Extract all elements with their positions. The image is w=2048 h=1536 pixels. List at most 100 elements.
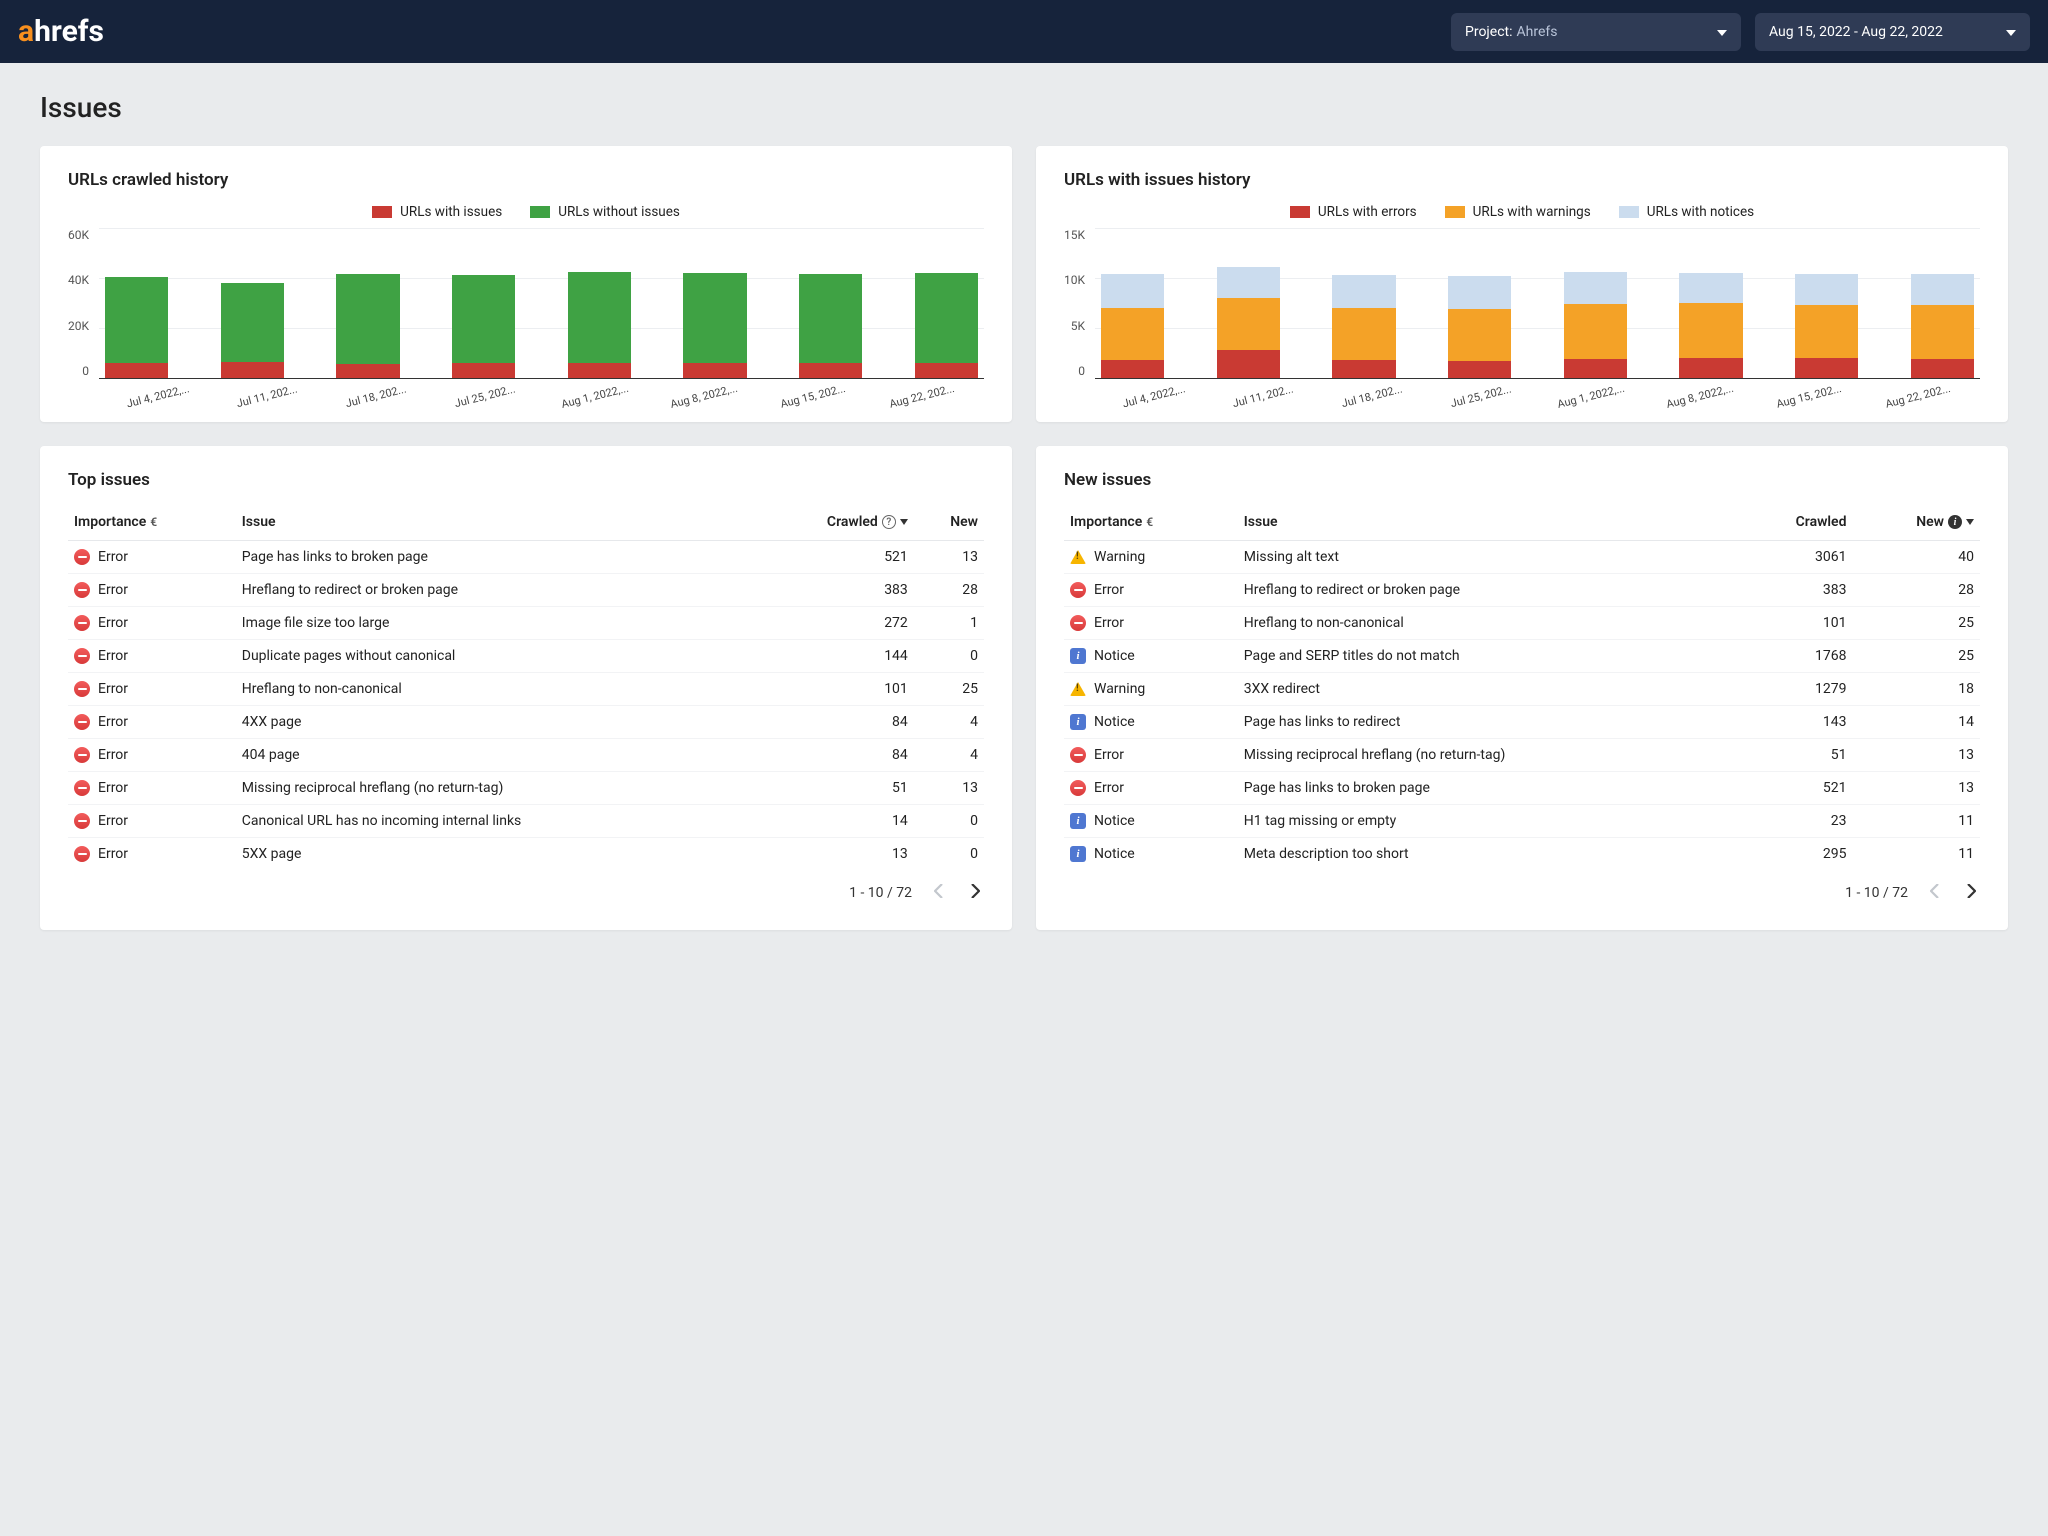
table-row[interactable]: NoticePage has links to redirect14314 xyxy=(1064,706,1980,739)
new-cell: 1 xyxy=(914,607,984,640)
new-cell: 28 xyxy=(1852,574,1980,607)
crawled-cell: 383 xyxy=(750,574,914,607)
bar[interactable] xyxy=(452,228,515,378)
table-row[interactable]: WarningMissing alt text306140 xyxy=(1064,541,1980,574)
sort-desc-icon xyxy=(900,519,908,525)
bar[interactable] xyxy=(1795,228,1858,378)
new-cell: 0 xyxy=(914,640,984,673)
notice-icon xyxy=(1070,813,1086,829)
issue-cell: Hreflang to non-canonical xyxy=(1238,607,1738,640)
euro-icon: € xyxy=(1146,515,1153,529)
severity-label: Error xyxy=(98,549,128,565)
table-row[interactable]: NoticeMeta description too short29511 xyxy=(1064,838,1980,871)
info-icon[interactable]: i xyxy=(1948,515,1962,529)
error-icon xyxy=(1070,780,1086,796)
crawled-cell: 84 xyxy=(750,739,914,772)
col-importance[interactable]: Importance€ xyxy=(1064,504,1238,541)
bar[interactable] xyxy=(336,228,399,378)
table-row[interactable]: Error5XX page130 xyxy=(68,838,984,871)
severity-label: Error xyxy=(98,681,128,697)
bar[interactable] xyxy=(1332,228,1395,378)
bar[interactable] xyxy=(799,228,862,378)
col-new[interactable]: Newi xyxy=(1852,504,1980,541)
issue-cell: Page and SERP titles do not match xyxy=(1238,640,1738,673)
bar[interactable] xyxy=(1217,228,1280,378)
severity-label: Error xyxy=(1094,582,1124,598)
table-row[interactable]: NoticePage and SERP titles do not match1… xyxy=(1064,640,1980,673)
table-row[interactable]: ErrorHreflang to redirect or broken page… xyxy=(68,574,984,607)
card-title: New issues xyxy=(1064,470,1980,490)
pager-range: 1 - 10 / 72 xyxy=(849,885,912,901)
page-title: Issues xyxy=(40,91,2008,124)
table-row[interactable]: ErrorMissing reciprocal hreflang (no ret… xyxy=(1064,739,1980,772)
table-row[interactable]: ErrorMissing reciprocal hreflang (no ret… xyxy=(68,772,984,805)
table-row[interactable]: ErrorImage file size too large2721 xyxy=(68,607,984,640)
col-issue[interactable]: Issue xyxy=(236,504,750,541)
table-row[interactable]: Error404 page844 xyxy=(68,739,984,772)
error-icon xyxy=(74,615,90,631)
error-icon xyxy=(74,681,90,697)
error-icon xyxy=(74,813,90,829)
crawled-cell: 521 xyxy=(750,541,914,574)
legend-label: URLs with errors xyxy=(1318,204,1417,220)
bar[interactable] xyxy=(683,228,746,378)
help-icon[interactable]: ? xyxy=(882,515,896,529)
legend-swatch xyxy=(1445,206,1465,218)
issue-cell: Duplicate pages without canonical xyxy=(236,640,750,673)
col-issue[interactable]: Issue xyxy=(1238,504,1738,541)
warning-icon xyxy=(1070,550,1086,564)
next-page-button[interactable] xyxy=(1962,880,1980,906)
issue-cell: Page has links to broken page xyxy=(236,541,750,574)
prev-page-button[interactable] xyxy=(1926,880,1944,906)
issue-cell: Hreflang to redirect or broken page xyxy=(236,574,750,607)
bar[interactable] xyxy=(1101,228,1164,378)
table-row[interactable]: Warning3XX redirect127918 xyxy=(1064,673,1980,706)
error-icon xyxy=(1070,615,1086,631)
project-selector[interactable]: Project: Ahrefs xyxy=(1451,13,1741,51)
bar[interactable] xyxy=(1911,228,1974,378)
legend-item[interactable]: URLs without issues xyxy=(530,204,680,220)
severity-label: Error xyxy=(98,780,128,796)
legend-item[interactable]: URLs with notices xyxy=(1619,204,1754,220)
issue-cell: 4XX page xyxy=(236,706,750,739)
table-row[interactable]: NoticeH1 tag missing or empty2311 xyxy=(1064,805,1980,838)
table-row[interactable]: ErrorHreflang to non-canonical10125 xyxy=(1064,607,1980,640)
crawled-cell: 101 xyxy=(1738,607,1853,640)
bar[interactable] xyxy=(1564,228,1627,378)
severity-label: Notice xyxy=(1094,714,1135,730)
notice-icon xyxy=(1070,714,1086,730)
col-importance[interactable]: Importance€ xyxy=(68,504,236,541)
bar[interactable] xyxy=(915,228,978,378)
next-page-button[interactable] xyxy=(966,880,984,906)
bar[interactable] xyxy=(221,228,284,378)
col-crawled[interactable]: Crawled xyxy=(1738,504,1853,541)
crawled-cell: 51 xyxy=(1738,739,1853,772)
col-crawled[interactable]: Crawled? xyxy=(750,504,914,541)
crawled-cell: 84 xyxy=(750,706,914,739)
bar[interactable] xyxy=(1679,228,1742,378)
table-row[interactable]: ErrorDuplicate pages without canonical14… xyxy=(68,640,984,673)
prev-page-button[interactable] xyxy=(930,880,948,906)
card-title: Top issues xyxy=(68,470,984,490)
y-axis: 60K40K20K0 xyxy=(68,228,99,378)
bar[interactable] xyxy=(105,228,168,378)
table-row[interactable]: ErrorHreflang to non-canonical10125 xyxy=(68,673,984,706)
col-new[interactable]: New xyxy=(914,504,984,541)
new-cell: 25 xyxy=(914,673,984,706)
table-row[interactable]: ErrorCanonical URL has no incoming inter… xyxy=(68,805,984,838)
legend-item[interactable]: URLs with errors xyxy=(1290,204,1417,220)
chart-plot: Jul 4, 2022,...Jul 11, 202...Jul 18, 202… xyxy=(99,228,984,398)
table-row[interactable]: ErrorHreflang to redirect or broken page… xyxy=(1064,574,1980,607)
legend-item[interactable]: URLs with warnings xyxy=(1445,204,1591,220)
bar[interactable] xyxy=(1448,228,1511,378)
project-value: Ahrefs xyxy=(1517,24,1558,40)
error-icon xyxy=(74,747,90,763)
bar[interactable] xyxy=(568,228,631,378)
legend-item[interactable]: URLs with issues xyxy=(372,204,502,220)
chevron-down-icon xyxy=(1966,24,2016,40)
logo[interactable]: ahrefs xyxy=(18,14,104,49)
table-row[interactable]: ErrorPage has links to broken page52113 xyxy=(68,541,984,574)
table-row[interactable]: ErrorPage has links to broken page52113 xyxy=(1064,772,1980,805)
table-row[interactable]: Error4XX page844 xyxy=(68,706,984,739)
date-range-selector[interactable]: Aug 15, 2022 - Aug 22, 2022 xyxy=(1755,13,2030,51)
